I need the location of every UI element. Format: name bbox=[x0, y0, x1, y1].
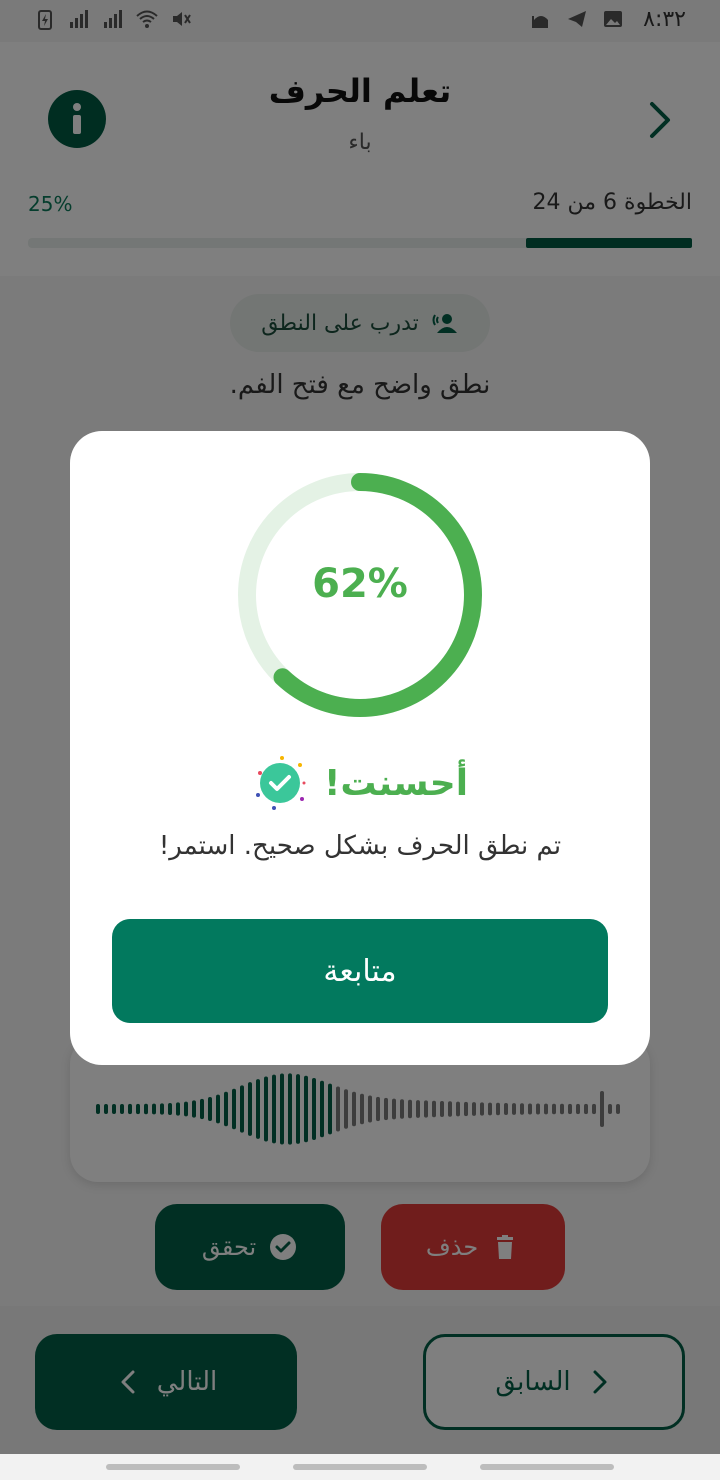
gesture-pill bbox=[480, 1464, 614, 1470]
success-title: أحسنت! bbox=[323, 762, 469, 804]
continue-label: متابعة bbox=[323, 953, 397, 989]
continue-button[interactable]: متابعة bbox=[112, 919, 608, 1023]
system-gesture-bar bbox=[0, 1454, 720, 1480]
gesture-pill bbox=[106, 1464, 240, 1470]
success-message: تم نطق الحرف بشكل صحيح. استمر! bbox=[158, 831, 562, 861]
result-dialog: 62% أحسنت! تم نطق الحرف بشكل صحيح. استمر… bbox=[70, 431, 650, 1065]
gesture-pill bbox=[293, 1464, 427, 1470]
score-percent: 62% bbox=[312, 561, 408, 607]
celebration-check-icon bbox=[255, 756, 306, 810]
success-heading: أحسنت! bbox=[70, 753, 650, 813]
